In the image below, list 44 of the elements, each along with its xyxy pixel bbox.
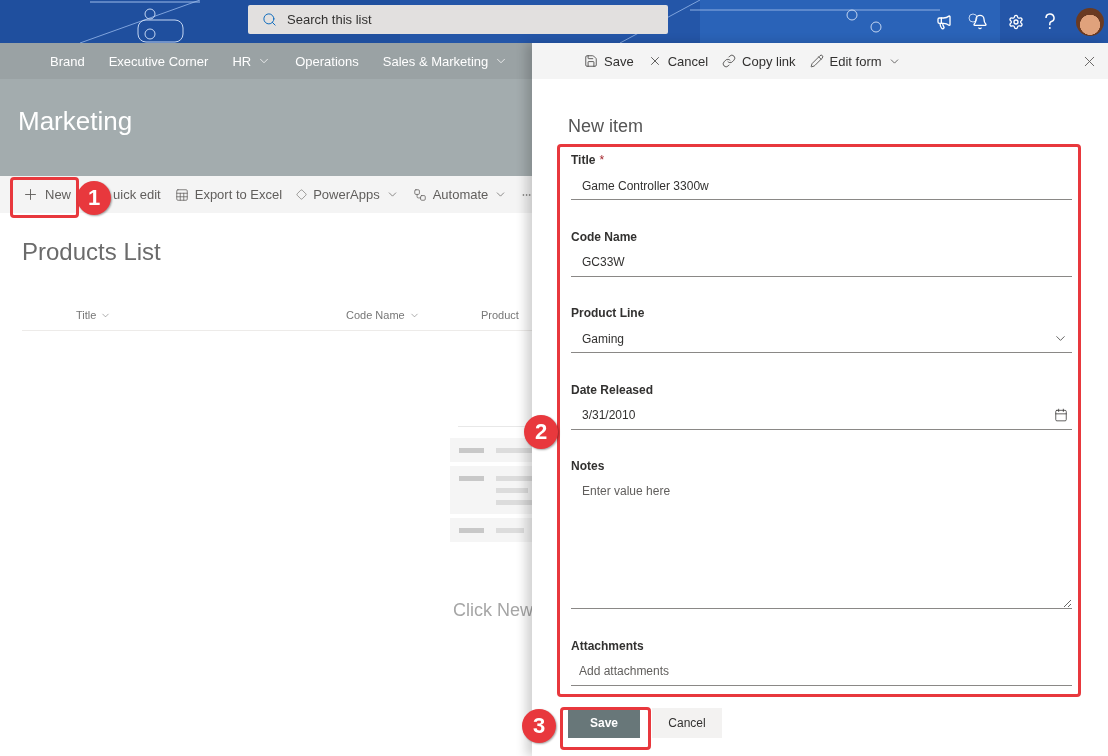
command-button[interactable]: Automate xyxy=(412,187,508,202)
field-label: Code Name xyxy=(571,229,638,244)
megaphone-icon[interactable] xyxy=(936,13,952,30)
calendar-icon xyxy=(1054,408,1068,422)
field-label: Title xyxy=(571,153,596,167)
command-button[interactable]: Save xyxy=(584,53,634,69)
step-badge: 3 xyxy=(522,709,556,743)
field-label: Attachments xyxy=(571,638,644,653)
settings-icon[interactable] xyxy=(1008,13,1024,30)
help-icon[interactable] xyxy=(1044,13,1056,30)
list-title: Products List xyxy=(22,238,162,266)
required-mark: * xyxy=(599,153,605,167)
dropdown-field[interactable]: Gaming xyxy=(571,325,1072,353)
command-button[interactable]: New xyxy=(22,186,71,203)
workflow-icon xyxy=(412,187,427,202)
link-icon xyxy=(722,54,737,68)
column-header[interactable]: Title xyxy=(76,309,346,321)
spreadsheet-icon xyxy=(174,187,189,202)
column-header[interactable]: Product xyxy=(481,309,532,321)
cancel-button[interactable]: Cancel xyxy=(652,707,722,738)
command-button[interactable]: Cancel xyxy=(647,53,709,69)
field-label: Product Line xyxy=(571,306,645,320)
site-title: Marketing xyxy=(18,106,133,137)
input-field[interactable]: GC33W xyxy=(571,248,1072,277)
pencil-icon xyxy=(809,54,824,68)
plus-icon xyxy=(22,186,39,203)
highlight-frame xyxy=(10,177,79,218)
attachments-field[interactable]: Add attachments xyxy=(571,657,1072,686)
panel-title: New item xyxy=(568,116,644,137)
diamond-icon xyxy=(296,189,308,200)
bell-icon[interactable] xyxy=(972,13,988,30)
search-field[interactable]: Search this list xyxy=(248,5,668,34)
input-field[interactable]: Game Controller 3300w xyxy=(571,172,1072,200)
command-button[interactable]: PowerApps xyxy=(296,187,399,202)
command-button[interactable]: Copy link xyxy=(722,53,796,69)
search-icon xyxy=(262,12,277,27)
date-field[interactable]: 3/31/2010 xyxy=(571,401,1072,430)
field-label: Date Released xyxy=(571,382,654,397)
command-button[interactable]: uick edit xyxy=(113,187,161,202)
field-label: Notes xyxy=(571,459,605,473)
command-button[interactable]: Edit form xyxy=(809,53,901,69)
save-icon xyxy=(584,54,598,68)
command-button[interactable]: Export to Excel xyxy=(174,187,283,202)
column-header[interactable]: Code Name xyxy=(346,309,481,321)
